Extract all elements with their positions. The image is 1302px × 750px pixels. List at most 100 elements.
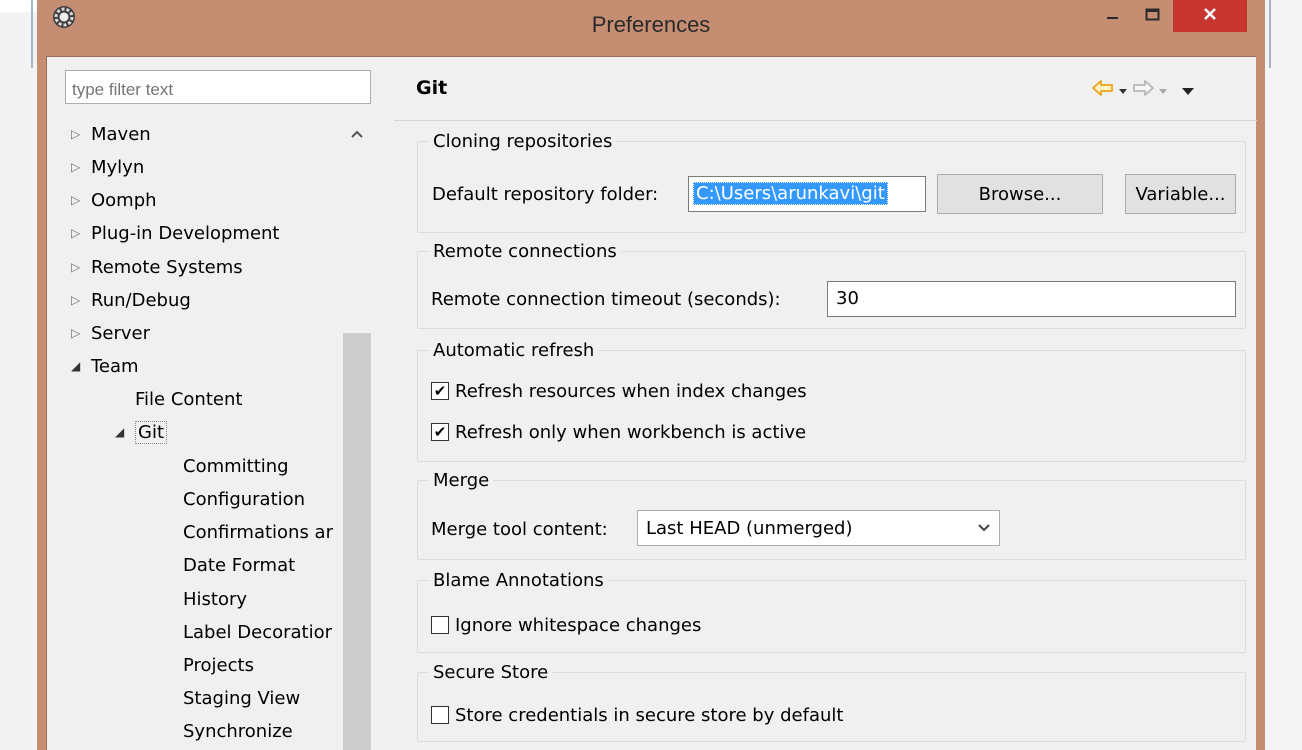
timeout-row: Remote connection timeout (seconds):	[431, 279, 781, 319]
tree-item-label: Server	[91, 322, 151, 344]
merge-tool-value: Last HEAD (unmerged)	[646, 517, 853, 539]
maximize-button[interactable]	[1133, 0, 1173, 32]
checkbox-checked[interactable]: ✔	[431, 382, 449, 400]
repository-folder-label: Default repository folder:	[432, 183, 659, 205]
preferences-window: Preferences ▷ Maven ▷ Myl	[37, 0, 1265, 750]
tree-item-label-decorations[interactable]: Label Decoratior	[183, 617, 332, 647]
chevron-down-icon	[977, 518, 991, 539]
tree-item-label: Staging View	[183, 687, 301, 709]
group-title: Blame Annotations	[433, 570, 604, 591]
expand-arrow-icon[interactable]: ▷	[71, 193, 91, 207]
merge-tool-row: Merge tool content:	[431, 509, 608, 549]
tree-item-mylyn[interactable]: ▷ Mylyn	[71, 152, 144, 182]
repository-folder-value: C:\Users\arunkavi\git	[693, 182, 888, 205]
pane-divider[interactable]	[383, 57, 391, 750]
checkbox-unchecked[interactable]	[431, 616, 449, 634]
expand-arrow-icon[interactable]: ▷	[71, 260, 91, 274]
tree-item-date-format[interactable]: Date Format	[183, 550, 295, 580]
close-button[interactable]	[1173, 0, 1247, 32]
variable-button[interactable]: Variable...	[1125, 174, 1236, 214]
tree-item-label: Plug-in Development	[91, 222, 280, 244]
tree-item-label: Label Decoratior	[183, 621, 333, 643]
tree-item-oomph[interactable]: ▷ Oomph	[71, 185, 157, 215]
background-accent	[1269, 0, 1271, 68]
tree-item-git[interactable]: ◢ Git	[115, 417, 168, 447]
tree-item-staging-view[interactable]: Staging View	[183, 683, 300, 713]
tree-item-label: Confirmations ar	[183, 521, 333, 543]
close-icon	[1202, 6, 1218, 27]
group-title: Remote connections	[433, 241, 617, 262]
title-bar[interactable]: Preferences	[37, 0, 1265, 56]
secure-store-option[interactable]: Store credentials in secure store by def…	[431, 700, 843, 730]
tree-item-server[interactable]: ▷ Server	[71, 318, 150, 348]
timeout-label: Remote connection timeout (seconds):	[431, 288, 781, 310]
refresh-active-option[interactable]: ✔ Refresh only when workbench is active	[431, 417, 806, 447]
tree-item-synchronize[interactable]: Synchronize	[183, 716, 293, 746]
expand-arrow-icon[interactable]: ▷	[71, 160, 91, 174]
browse-button[interactable]: Browse...	[937, 174, 1103, 214]
preference-page: Git Cloning repositories Default reposit…	[394, 57, 1257, 750]
scrollbar-thumb[interactable]	[343, 333, 371, 750]
tree-item-label: Oomph	[91, 189, 157, 211]
expand-arrow-icon[interactable]: ▷	[71, 293, 91, 307]
tree-item-team[interactable]: ◢ Team	[71, 351, 139, 381]
merge-tool-select[interactable]: Last HEAD (unmerged)	[637, 510, 1000, 546]
ignore-whitespace-option[interactable]: Ignore whitespace changes	[431, 610, 701, 640]
merge-tool-label: Merge tool content:	[431, 518, 608, 540]
chevron-up-icon	[350, 123, 364, 144]
tree-item-label: Configuration	[183, 488, 306, 510]
dropdown-triangle-icon	[1117, 80, 1129, 101]
back-arrow-icon	[1092, 79, 1114, 102]
minimize-button[interactable]	[1093, 0, 1133, 32]
expand-arrow-icon[interactable]: ▷	[71, 326, 91, 340]
back-history-dropdown[interactable]	[1117, 79, 1129, 101]
tree-item-confirmations[interactable]: Confirmations ar	[183, 517, 333, 547]
secure-store-label: Store credentials in secure store by def…	[455, 704, 844, 726]
checkbox-unchecked[interactable]	[431, 706, 449, 724]
group-title: Secure Store	[433, 662, 549, 683]
tree-item-label: Date Format	[183, 554, 296, 576]
checkbox-checked[interactable]: ✔	[431, 423, 449, 441]
expand-arrow-icon[interactable]: ▷	[71, 127, 91, 141]
ignore-whitespace-label: Ignore whitespace changes	[455, 614, 702, 636]
timeout-input[interactable]: 30	[827, 281, 1236, 317]
tree-item-projects[interactable]: Projects	[183, 650, 254, 680]
tree-item-label: Projects	[183, 654, 254, 676]
view-menu-button[interactable]	[1181, 79, 1195, 101]
tree-item-run-debug[interactable]: ▷ Run/Debug	[71, 285, 191, 315]
tree-item-label: Team	[91, 355, 139, 377]
filter-input[interactable]	[65, 70, 371, 104]
repository-folder-input[interactable]: C:\Users\arunkavi\git	[688, 176, 926, 212]
group-title: Automatic refresh	[433, 340, 595, 361]
refresh-index-option[interactable]: ✔ Refresh resources when index changes	[431, 376, 807, 406]
dialog-client-area: ▷ Maven ▷ Mylyn ▷ Oomph ▷ Plug-in Develo…	[46, 56, 1257, 750]
tree-item-plugin-development[interactable]: ▷ Plug-in Development	[71, 218, 280, 248]
expand-arrow-icon[interactable]: ▷	[71, 226, 91, 240]
tree-item-history[interactable]: History	[183, 584, 247, 614]
tree-item-committing[interactable]: Committing	[183, 451, 289, 481]
repository-folder-row: Default repository folder:	[432, 174, 658, 214]
group-title: Merge	[433, 470, 490, 491]
tree-item-file-content[interactable]: File Content	[135, 384, 242, 414]
view-menu-icon	[1181, 80, 1195, 101]
preference-tree: ▷ Maven ▷ Mylyn ▷ Oomph ▷ Plug-in Develo…	[47, 119, 377, 750]
tree-item-label: Maven	[91, 123, 151, 145]
forward-history-dropdown[interactable]	[1157, 79, 1169, 101]
background-accent	[31, 0, 33, 68]
refresh-active-label: Refresh only when workbench is active	[455, 421, 807, 443]
collapse-arrow-icon[interactable]: ◢	[115, 425, 135, 439]
tree-item-label: Git	[135, 420, 168, 444]
refresh-index-label: Refresh resources when index changes	[455, 380, 807, 402]
tree-item-remote-systems[interactable]: ▷ Remote Systems	[71, 252, 243, 282]
tree-item-label: Run/Debug	[91, 289, 191, 311]
dropdown-triangle-icon	[1157, 80, 1169, 101]
tree-item-label: Committing	[183, 455, 289, 477]
tree-scrollbar[interactable]	[343, 119, 371, 750]
scroll-up-button[interactable]	[343, 119, 371, 147]
desktop-background-left	[0, 0, 37, 750]
back-button[interactable]	[1092, 79, 1114, 101]
tree-item-configuration[interactable]: Configuration	[183, 484, 305, 514]
collapse-arrow-icon[interactable]: ◢	[71, 359, 91, 373]
forward-button[interactable]	[1132, 79, 1154, 101]
tree-item-maven[interactable]: ▷ Maven	[71, 119, 151, 149]
